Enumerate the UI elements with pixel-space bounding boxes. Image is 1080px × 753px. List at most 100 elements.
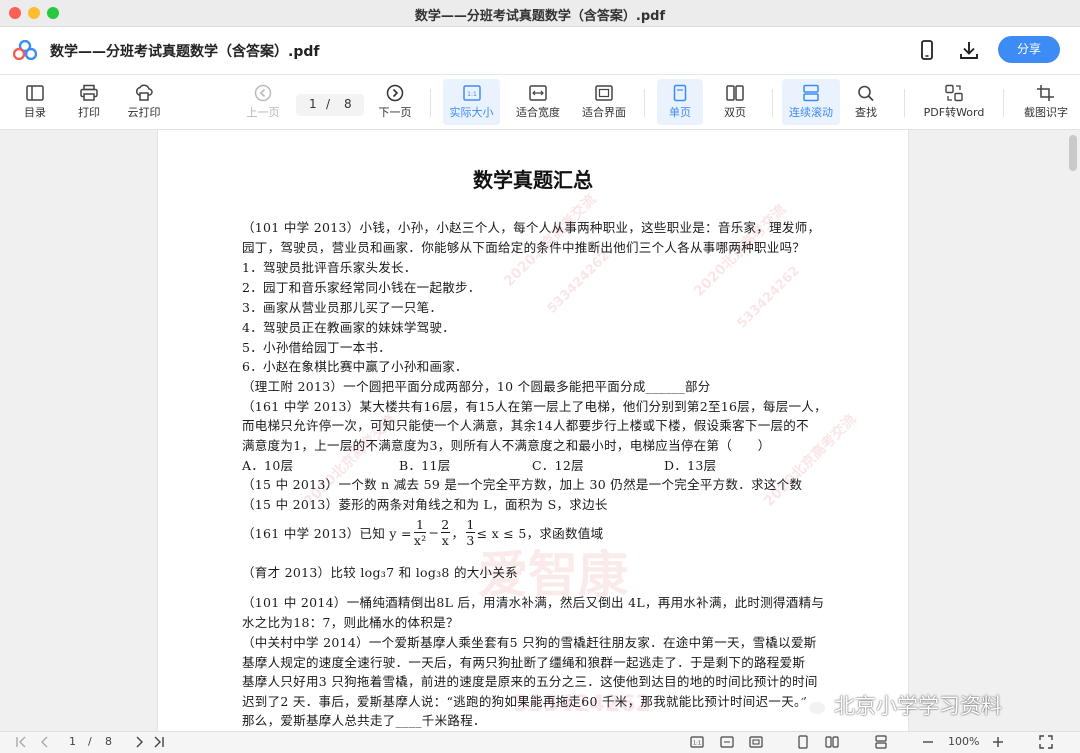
fullscreen-button[interactable] — [1039, 735, 1053, 749]
find-button[interactable]: 查找 — [846, 79, 886, 125]
zoom-out-button[interactable] — [921, 735, 935, 749]
fit-screen-icon — [749, 736, 763, 748]
fraction-denominator: 3 — [466, 532, 475, 548]
find-label: 查找 — [855, 106, 877, 119]
toc-button[interactable]: 目录 — [14, 79, 56, 125]
zoom-level[interactable]: 100% — [948, 735, 979, 748]
wechat-icon — [798, 694, 827, 716]
fit-width-button[interactable]: 适合宽度 — [512, 79, 564, 125]
text-line: 基摩人规定的速度全速行驶．一天后，有两只狗扯断了缰绳和狼群一起逃走了．于是剩下的… — [242, 655, 806, 670]
fit-screen-button[interactable]: 适合界面 — [578, 79, 630, 125]
document-title: 数学——分班考试真题数学（含答案）.pdf — [50, 44, 320, 60]
single-page-icon — [673, 84, 687, 102]
ocr-button[interactable]: 截图识字 — [1018, 79, 1074, 125]
text-line: 6．小赵在象棋比赛中赢了小孙和画家． — [242, 359, 468, 374]
continuous-scroll-icon — [803, 84, 819, 102]
share-button[interactable]: 分享 — [998, 36, 1060, 63]
single-page-icon — [798, 735, 808, 749]
window-titlebar: 数学——分班考试真题数学（含答案）.pdf — [0, 0, 1080, 27]
single-page-small-button[interactable] — [796, 735, 810, 749]
text-line: （101 中学 2013）小钱，小孙，小赵三个人，每个人从事两种职业，这些职业是… — [242, 220, 821, 235]
prev-page-small-button[interactable] — [38, 735, 52, 749]
svg-text:1:1: 1:1 — [693, 741, 701, 747]
sidebar-icon — [26, 85, 44, 101]
next-page-button[interactable]: 下一页 — [374, 79, 416, 125]
text-line: 1．驾驶员批评音乐家头发长． — [242, 260, 417, 275]
ocr-label: 截图识字 — [1024, 106, 1068, 119]
toolbar-divider — [904, 89, 905, 117]
fraction-denominator: x — [441, 532, 450, 548]
plus-icon — [993, 737, 1003, 747]
prev-page-label: 上一页 — [246, 106, 280, 119]
wechat-account-label: 北京小学学习资料 — [834, 694, 1002, 718]
watermark-number: 533424262 — [544, 248, 613, 317]
actual-size-button[interactable]: 1:1 实际大小 — [443, 79, 500, 125]
double-page-icon — [726, 85, 744, 101]
download-icon[interactable] — [958, 39, 980, 61]
text-line: （101 中 2014）一桶纯酒精倒出8L 后，用清水补满，然后又倒出 4L，再… — [242, 595, 825, 610]
document-viewer[interactable]: 爱智康 2020北京高考交流 2020北京高考交流 2020北京高考交流 202… — [0, 130, 1080, 731]
single-page-label: 单页 — [669, 106, 691, 119]
single-page-button[interactable]: 单页 — [657, 79, 703, 125]
app-header: 数学——分班考试真题数学（含答案）.pdf 分享 — [0, 27, 1080, 75]
comma: ， — [451, 525, 465, 541]
chevron-left-circle-icon — [254, 84, 272, 102]
chevron-left-icon — [41, 736, 48, 748]
text-line: 园丁，驾驶员，营业员和画家．你能够从下面给定的条件中推断出他们三个人各从事哪两种… — [242, 240, 806, 255]
text-line: 2．园丁和音乐家经常同小钱在一起散步． — [242, 280, 481, 295]
text-line: 那么，爱斯基摩人总共走了____千米路程． — [242, 713, 486, 728]
fit-width-small-button[interactable] — [720, 735, 734, 749]
vertical-scrollbar[interactable] — [1069, 135, 1077, 171]
equation-suffix: ≤ x ≤ 5，求函数值域 — [476, 525, 604, 541]
status-bar: 1 / 8 1:1 100% — [0, 731, 1080, 753]
text-line: 而电梯只允许停一次，可知只能使一个人满意，其余14人都要步行上楼或下楼，假设乘客… — [242, 418, 809, 433]
toolbar-divider — [430, 89, 431, 117]
fraction: 13 — [466, 517, 475, 548]
chevron-right-circle-icon — [386, 84, 404, 102]
fit-width-icon — [720, 736, 734, 748]
app-logo-icon — [13, 40, 37, 60]
first-page-icon — [16, 736, 26, 748]
text-line: （理工附 2013）一个圆把平面分成两部分，10 个圆最多能把平面分成_____… — [242, 379, 711, 394]
pdf-to-word-button[interactable]: PDF转Word — [918, 79, 990, 125]
fit-screen-small-button[interactable] — [749, 735, 763, 749]
page-separator: / — [326, 97, 331, 111]
fit-width-label: 适合宽度 — [516, 106, 560, 119]
actual-size-icon: 1:1 — [690, 736, 704, 748]
convert-icon — [945, 84, 963, 102]
svg-text:1:1: 1:1 — [467, 91, 477, 98]
continuous-scroll-small-button[interactable] — [874, 735, 888, 749]
window-title: 数学——分班考试真题数学（含答案）.pdf — [414, 9, 666, 24]
wechat-watermark: 北京小学学习资料 — [798, 690, 1002, 720]
option-c: C．12层 — [532, 458, 584, 473]
actual-size-small-button[interactable]: 1:1 — [690, 735, 704, 749]
continuous-scroll-label: 连续滚动 — [789, 106, 833, 119]
prev-page-button[interactable]: 上一页 — [242, 79, 284, 125]
last-page-button[interactable] — [152, 735, 166, 749]
page-number-input[interactable]: 1 / 8 — [296, 94, 364, 116]
zoom-in-button[interactable] — [991, 735, 1005, 749]
toolbar: 目录 打印 云打印 上一页 下一页 1:1 实际大小 适合宽度 适合界面 单页 … — [0, 75, 1080, 130]
cloud-print-button[interactable]: 云打印 — [120, 79, 168, 125]
cloud-print-label: 云打印 — [127, 106, 161, 119]
search-icon — [858, 85, 874, 102]
cloud-printer-icon — [136, 84, 153, 101]
continuous-scroll-button[interactable]: 连续滚动 — [782, 79, 840, 125]
double-page-label: 双页 — [724, 106, 746, 119]
text-line: 4．驾驶员正在教画家的妹妹学驾驶． — [242, 320, 456, 335]
fit-screen-label: 适合界面 — [582, 106, 626, 119]
fraction: 1 x² — [413, 517, 427, 548]
double-page-button[interactable]: 双页 — [712, 79, 758, 125]
pdf-to-word-label: PDF转Word — [923, 106, 985, 119]
watermark-number: 533424262 — [734, 263, 803, 332]
next-page-small-button[interactable] — [132, 735, 146, 749]
status-page-current: 1 — [69, 735, 76, 748]
toolbar-divider — [1003, 89, 1004, 117]
double-page-small-button[interactable] — [825, 735, 839, 749]
print-button[interactable]: 打印 — [68, 79, 110, 125]
phone-icon[interactable] — [916, 39, 938, 61]
fraction: 2x — [441, 517, 450, 548]
last-page-icon — [154, 736, 164, 748]
text-line: 水之比为18：7，则此桶水的体积是？ — [242, 615, 459, 630]
first-page-button[interactable] — [14, 735, 28, 749]
